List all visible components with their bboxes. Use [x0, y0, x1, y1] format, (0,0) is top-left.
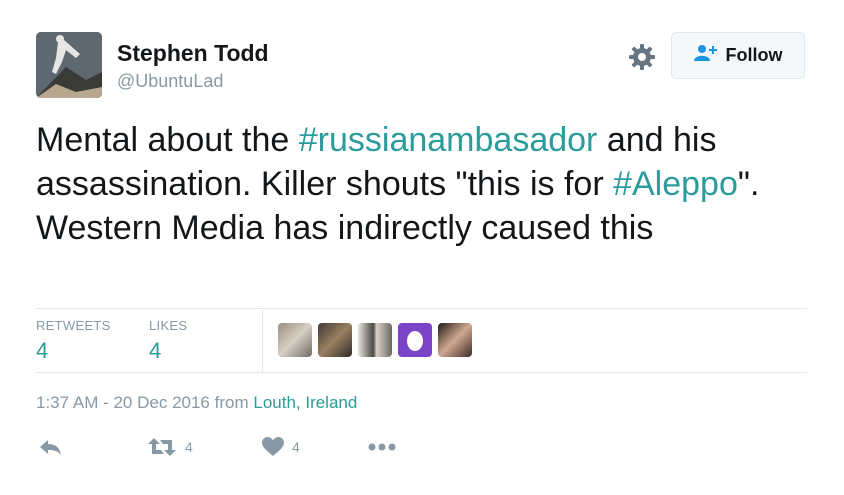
likes-count: 4: [149, 338, 162, 363]
from-word: from: [214, 393, 249, 412]
user-avatar[interactable]: [36, 32, 102, 98]
like-count: 4: [292, 439, 300, 455]
liker-avatar[interactable]: [278, 323, 312, 357]
egg-icon: [407, 331, 423, 351]
hashtag-link[interactable]: #russianambasador: [299, 121, 598, 159]
more-button[interactable]: [368, 441, 396, 453]
tweet-text-part: Mental about the: [36, 121, 299, 159]
retweet-count: 4: [185, 439, 193, 455]
gear-icon[interactable]: [628, 43, 656, 71]
divider: [36, 372, 807, 373]
retweets-stat[interactable]: RETWEETS 4: [36, 318, 111, 364]
timestamp[interactable]: 1:37 AM - 20 Dec 2016: [36, 393, 210, 412]
avatar-image: [36, 32, 102, 98]
likes-label: LIKES: [149, 318, 188, 333]
reply-icon: [40, 440, 61, 455]
retweets-count: 4: [36, 338, 49, 363]
like-button[interactable]: 4: [262, 437, 300, 457]
follow-person-icon: [693, 44, 718, 67]
liker-avatar[interactable]: [398, 323, 432, 357]
more-icon: [368, 443, 396, 451]
reply-button[interactable]: [38, 437, 62, 457]
divider: [262, 310, 263, 372]
user-display-name[interactable]: Stephen Todd: [117, 40, 269, 67]
liker-avatar[interactable]: [438, 323, 472, 357]
liker-avatar[interactable]: [318, 323, 352, 357]
liker-avatar[interactable]: [358, 323, 392, 357]
divider: [36, 308, 807, 309]
follow-button[interactable]: Follow: [671, 32, 805, 79]
heart-icon: [262, 437, 284, 456]
hashtag-link[interactable]: #Aleppo: [613, 165, 738, 203]
location-link[interactable]: Louth, Ireland: [253, 393, 357, 412]
follow-label: Follow: [725, 45, 783, 65]
retweet-icon: [148, 438, 176, 456]
retweets-label: RETWEETS: [36, 318, 111, 333]
tweet-meta: 1:37 AM - 20 Dec 2016 from Louth, Irelan…: [36, 393, 357, 413]
tweet-text: Mental about the #russianambasador and h…: [36, 118, 826, 250]
user-handle[interactable]: @UbuntuLad: [117, 71, 223, 92]
likes-stat[interactable]: LIKES 4: [149, 318, 187, 364]
retweet-button[interactable]: 4: [147, 437, 193, 457]
